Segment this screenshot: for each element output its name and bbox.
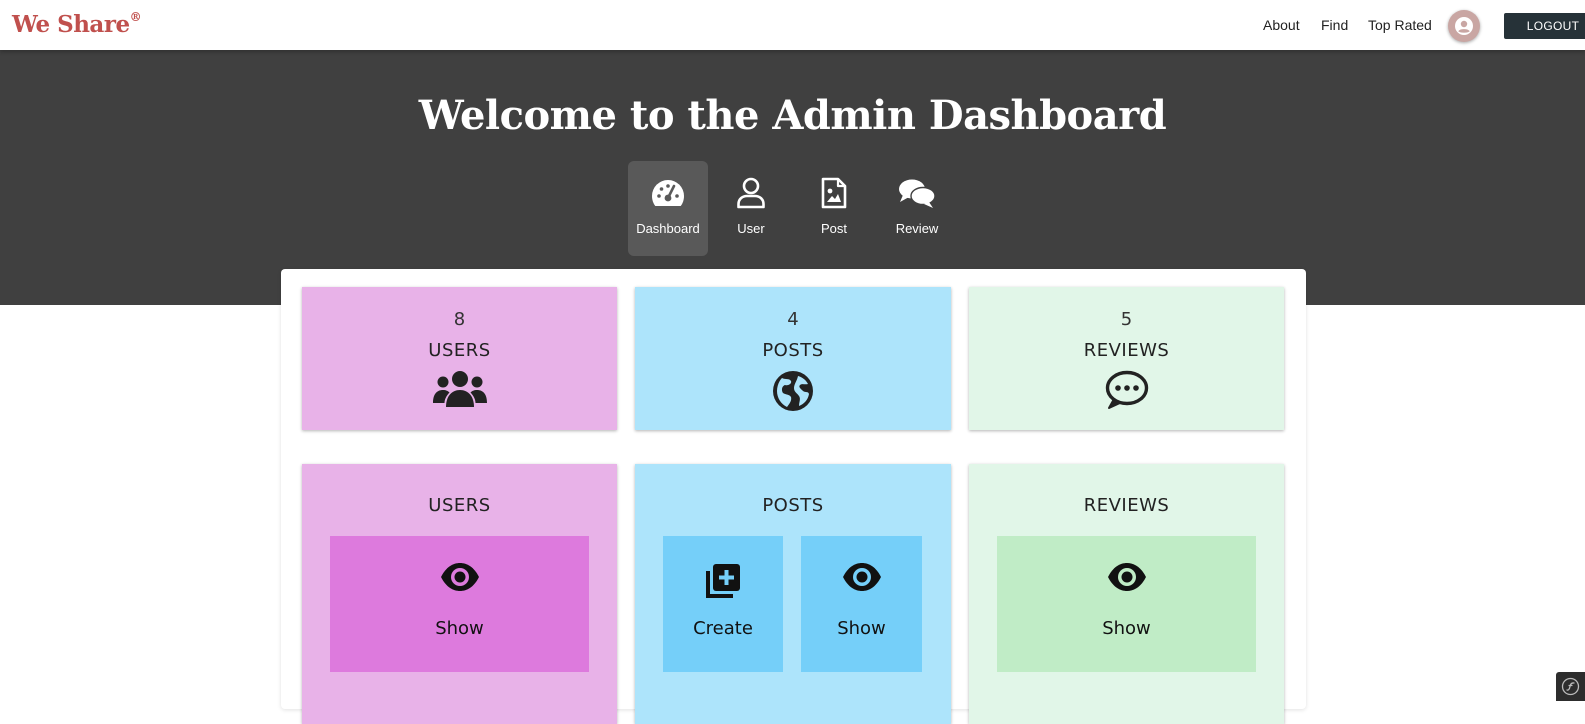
tab-dashboard[interactable]: Dashboard <box>628 161 708 256</box>
section-card-users: USERS Show <box>302 464 617 724</box>
posts-create-button[interactable]: Create <box>663 536 783 672</box>
users-count: 8 <box>453 309 466 330</box>
section-reviews-title: REVIEWS <box>1083 495 1170 516</box>
add-box-icon <box>663 562 783 600</box>
brand-registered-mark: ® <box>129 10 142 25</box>
tab-post[interactable]: Post <box>794 161 874 256</box>
reviews-show-button[interactable]: Show <box>997 536 1256 672</box>
nav-about-link[interactable]: About <box>1263 17 1300 33</box>
tab-user[interactable]: User <box>711 161 791 256</box>
brand-name: We Share <box>12 11 130 38</box>
tab-user-label: User <box>737 221 765 236</box>
brand-logo[interactable]: We Share® <box>12 10 142 38</box>
reviews-show-label: Show <box>1102 618 1151 639</box>
tab-dashboard-label: Dashboard <box>636 221 700 236</box>
stat-card-reviews: 5 REVIEWS <box>969 287 1284 430</box>
stat-card-users: 8 USERS <box>302 287 617 430</box>
comment-dots-icon <box>969 370 1284 412</box>
symfony-logo-icon <box>1561 677 1580 696</box>
users-show-label: Show <box>435 618 484 639</box>
comments-icon <box>877 177 957 211</box>
logout-button[interactable]: LOGOUT <box>1504 13 1585 39</box>
section-card-posts: POSTS Create Show <box>635 464 951 724</box>
section-posts-title: POSTS <box>762 495 824 516</box>
tachometer-icon <box>628 177 708 211</box>
reviews-label: REVIEWS <box>1083 340 1170 361</box>
tab-review[interactable]: Review <box>877 161 957 256</box>
posts-count: 4 <box>787 309 799 330</box>
stat-card-posts: 4 POSTS <box>635 287 951 430</box>
posts-label: POSTS <box>762 340 824 361</box>
eye-icon <box>330 562 589 600</box>
nav-find-link[interactable]: Find <box>1321 17 1348 33</box>
top-navbar: We Share® About Find Top Rated LOGOUT <box>0 0 1585 50</box>
eye-icon <box>801 562 922 600</box>
hero-banner: Welcome to the Admin Dashboard Dashboard… <box>0 50 1585 305</box>
section-card-reviews: REVIEWS Show <box>969 464 1284 724</box>
dashboard-panel: 8 USERS 4 POSTS 5 REVIEWS USERS Show POS… <box>281 269 1306 724</box>
users-show-button[interactable]: Show <box>330 536 589 672</box>
symfony-toolbar-toggle[interactable] <box>1556 672 1585 701</box>
posts-show-button[interactable]: Show <box>801 536 922 672</box>
page-title: Welcome to the Admin Dashboard <box>418 92 1167 139</box>
section-users-title: USERS <box>428 495 491 516</box>
user-circle-icon <box>1455 17 1473 35</box>
posts-create-label: Create <box>693 618 753 639</box>
tab-review-label: Review <box>895 221 939 236</box>
users-label: USERS <box>428 340 491 361</box>
eye-icon <box>997 562 1256 600</box>
reviews-count: 5 <box>1120 309 1133 330</box>
user-icon <box>711 177 791 211</box>
tab-post-label: Post <box>820 221 847 236</box>
posts-show-label: Show <box>837 618 886 639</box>
globe-icon <box>635 370 951 412</box>
nav-top-rated-link[interactable]: Top Rated <box>1368 17 1432 33</box>
user-avatar[interactable] <box>1448 10 1480 42</box>
file-image-icon <box>794 177 874 211</box>
users-icon <box>302 370 617 412</box>
